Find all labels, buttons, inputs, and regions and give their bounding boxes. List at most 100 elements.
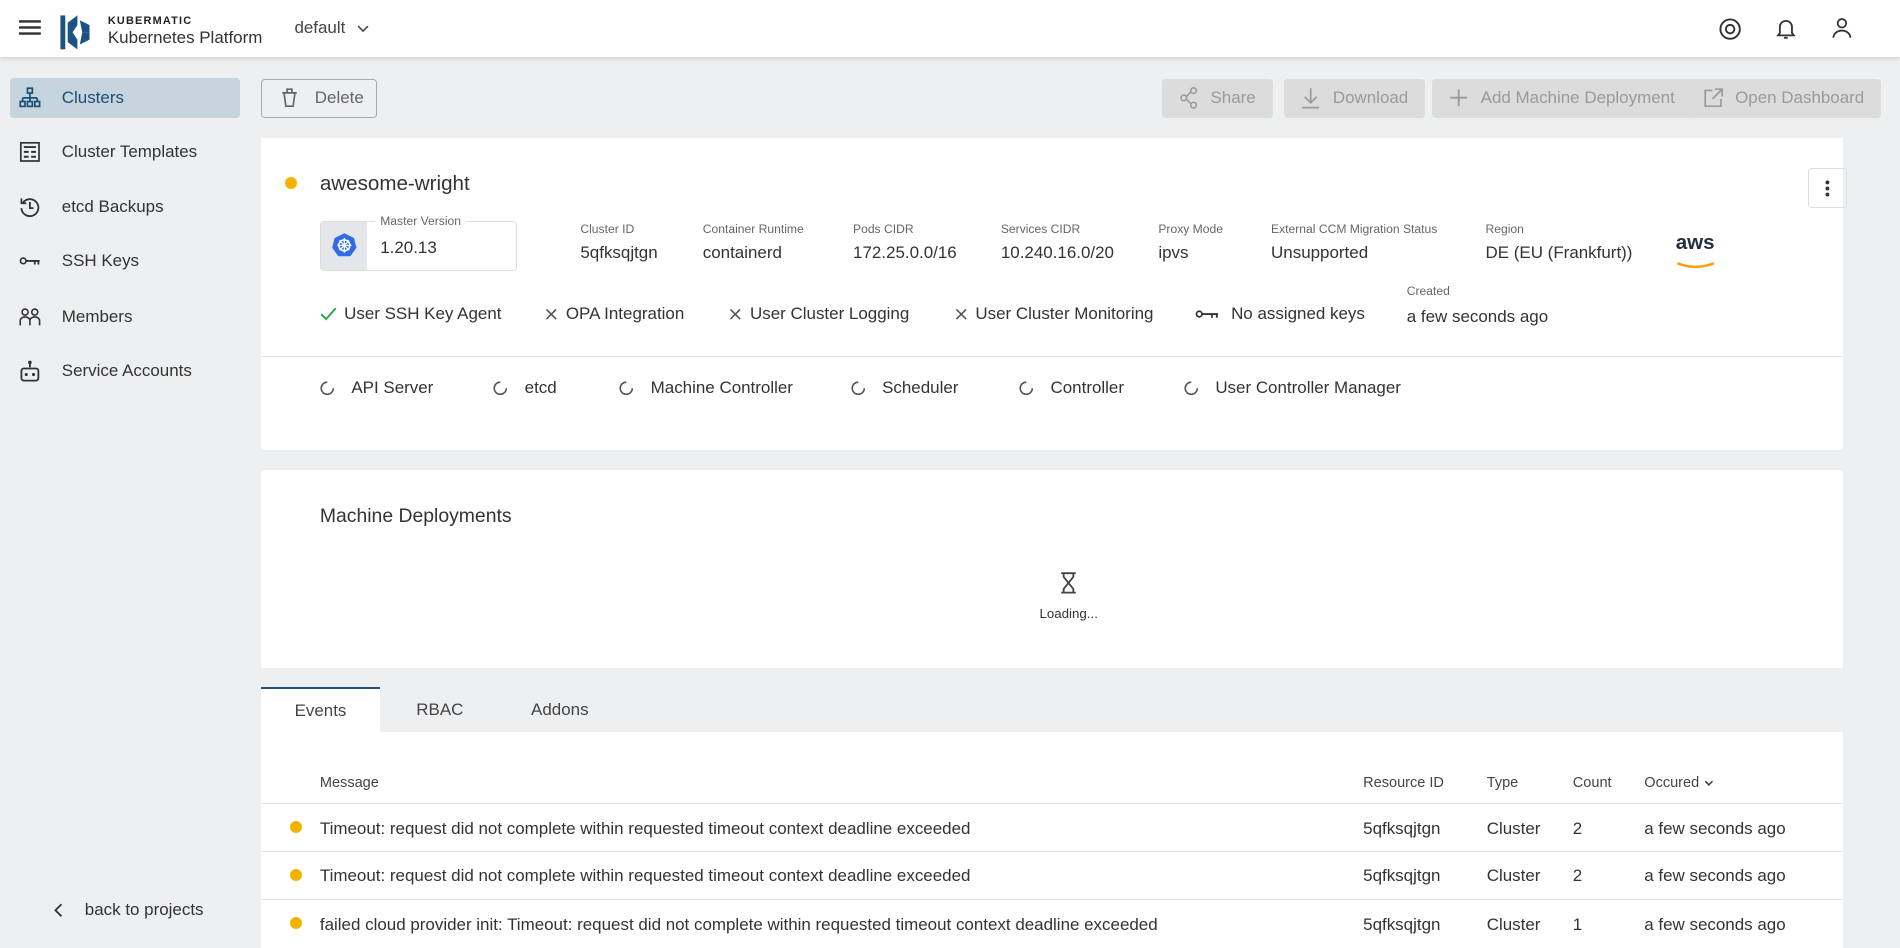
chevron-down-icon [1704,781,1714,787]
master-version-box: Master Version 1.20.13 [319,214,517,271]
delete-label: Delete [314,88,364,108]
feature-ssh-key-agent: User SSH Key Agent [320,304,501,324]
share-button[interactable]: Share [1162,78,1273,118]
health-etcd: etcd [493,378,557,398]
loading-text: Loading... [1039,605,1098,621]
field-services-cidr: Services CIDR 10.240.16.0/20 [1000,221,1114,262]
more-options-button[interactable] [1807,168,1848,208]
delete-button[interactable]: Delete [260,78,377,118]
table-row[interactable]: Timeout: request did not complete within… [260,803,1843,851]
external-link-icon [1703,88,1723,108]
template-icon [20,142,41,162]
sidebar-item-label: Cluster Templates [61,142,198,162]
field-ccm-migration: External CCM Migration Status Unsupported [1271,221,1438,262]
sidebar-item-ssh-keys[interactable]: SSH Keys [10,241,240,281]
sidebar-item-etcd-backups[interactable]: etcd Backups [10,187,240,227]
feature-logging: User Cluster Logging [728,304,909,324]
brand-bottom: Kubernetes Platform [107,27,263,47]
feature-monitoring: User Cluster Monitoring [954,304,1153,324]
project-name: default [294,18,346,38]
spinner-icon [619,381,634,395]
members-icon [19,308,41,326]
column-message: Message [319,775,379,792]
sidebar-item-members[interactable]: Members [10,297,240,337]
column-count: Count [1572,775,1612,792]
field-proxy-mode: Proxy Mode ipvs [1158,221,1223,262]
top-bar: KUBERMATIC Kubernetes Platform default [0,0,1900,57]
chevron-down-icon [358,25,369,32]
spinner-icon [851,381,865,395]
key-icon [19,257,40,265]
back-label: back to projects [84,900,204,920]
field-created: Created a few seconds ago [1406,283,1549,327]
download-label: Download [1332,88,1409,108]
machine-deployments-card: Machine Deployments Loading... [260,470,1843,668]
sidebar-item-label: etcd Backups [61,196,164,216]
master-version-value: 1.20.13 [380,238,437,258]
sidebar-item-label: Service Accounts [61,361,192,381]
column-occurred-sort[interactable]: Occured [1644,775,1714,791]
trash-icon [282,88,297,108]
divider [260,356,1843,358]
tab-rbac[interactable]: RBAC [380,688,499,732]
sitemap-icon [19,87,41,107]
event-status-dot [289,821,302,834]
sidebar-item-cluster-templates[interactable]: Cluster Templates [10,132,240,172]
robot-icon [20,361,40,382]
spinner-icon [1184,381,1198,395]
master-version-label: Master Version [375,214,466,229]
help-icon[interactable] [1718,17,1742,41]
tab-events[interactable]: Events [260,687,381,733]
field-container-runtime: Container Runtime containerd [702,221,804,262]
spinner-icon [1019,381,1034,395]
add-machine-deployment-button[interactable]: Add Machine Deployment [1432,78,1692,118]
close-icon [545,308,557,320]
machine-deployments-title: Machine Deployments [319,505,512,528]
hourglass-icon [1061,572,1076,594]
sidebar-item-service-accounts[interactable]: Service Accounts [10,351,240,391]
menu-icon[interactable] [19,19,42,36]
field-region: Region DE (EU (Frankfurt)) [1485,221,1633,262]
health-user-controller-manager: User Controller Manager [1184,378,1401,398]
kubermatic-logo [60,15,90,50]
cluster-details-card: awesome-wright Master Version 1.20.13 Cl… [260,138,1848,450]
event-status-dot [289,917,302,930]
health-api-server: API Server [320,378,433,398]
bell-icon[interactable] [1775,16,1797,40]
cluster-name: awesome-wright [319,172,470,196]
close-icon [730,308,741,320]
cluster-status-dot [284,176,297,189]
kubernetes-icon [331,233,356,257]
table-row[interactable]: failed cloud provider init: Timeout: req… [260,899,1843,947]
share-label: Share [1210,88,1256,108]
column-resource-id: Resource ID [1363,775,1444,792]
sidebar-item-label: Clusters [61,87,124,107]
user-icon[interactable] [1831,16,1853,40]
close-icon [955,308,967,320]
health-scheduler: Scheduler [851,378,958,398]
assigned-keys: No assigned keys [1195,304,1365,324]
sidebar-item-label: Members [61,306,133,326]
spinner-icon [320,381,334,395]
feature-opa: OPA Integration [544,304,684,324]
share-icon [1180,87,1198,109]
health-machine-controller: Machine Controller [619,378,793,398]
check-icon [320,307,337,321]
back-to-projects-link[interactable]: back to projects [53,900,204,920]
project-selector[interactable]: default [294,18,369,38]
download-button[interactable]: Download [1284,78,1426,118]
aws-logo: aws [1675,232,1716,275]
sidebar-item-label: SSH Keys [61,251,140,271]
column-type: Type [1486,775,1519,792]
history-icon [20,198,40,217]
field-cluster-id: Cluster ID 5qfksqjtgn [580,221,658,262]
health-controller: Controller [1019,378,1124,398]
tab-addons[interactable]: Addons [499,688,620,732]
download-icon [1302,88,1320,109]
plus-icon [1450,89,1468,107]
table-row[interactable]: Timeout: request did not complete within… [260,850,1843,899]
open-dashboard-button[interactable]: Open Dashboard [1686,78,1882,118]
sidebar-item-clusters[interactable]: Clusters [9,77,240,118]
field-pods-cidr: Pods CIDR 172.25.0.0/16 [853,221,957,262]
brand-top: KUBERMATIC [107,14,193,27]
